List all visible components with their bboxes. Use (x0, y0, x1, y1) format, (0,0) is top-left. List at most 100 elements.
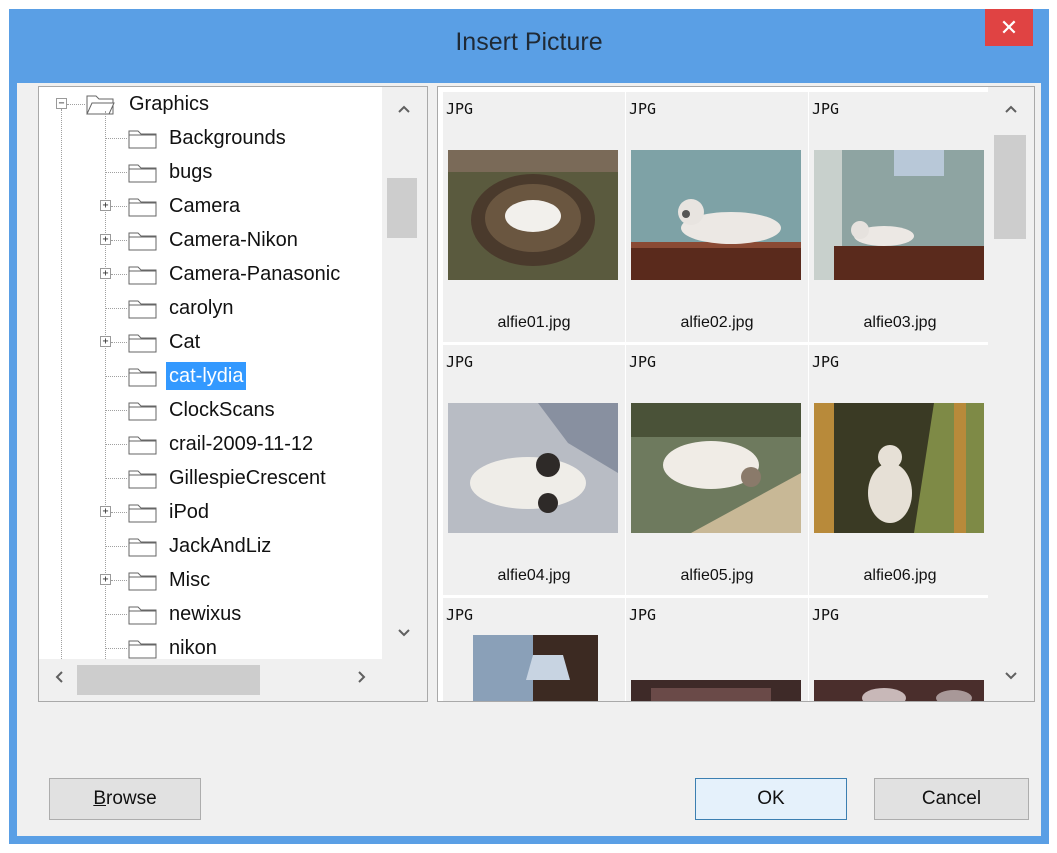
folder-icon (128, 296, 157, 320)
tree-item[interactable]: newixus (39, 597, 382, 631)
chevron-up-icon[interactable] (996, 95, 1026, 125)
cancel-button[interactable]: Cancel (874, 778, 1029, 820)
expand-icon[interactable]: + (100, 506, 111, 517)
folder-tree-viewport: − Graphics Backgrounds bugs + Camera + Camera-N… (39, 87, 382, 659)
file-name-label: alfie05.jpg (680, 567, 754, 584)
tree-item-label: iPod (169, 501, 210, 523)
thumbnail-image (631, 403, 801, 533)
folder-icon (128, 228, 157, 252)
file-type-label: JPG (446, 353, 474, 371)
title-bar[interactable]: Insert Picture ✕ (9, 9, 1049, 75)
thumbnail-item[interactable]: JPG alfie06.jpg (809, 345, 988, 595)
tree-item[interactable]: + Misc (39, 563, 382, 597)
tree-item[interactable]: Backgrounds (39, 121, 382, 155)
thumbnail-item[interactable]: JPG alfie05.jpg (626, 345, 808, 595)
thumbnail-view[interactable]: JPG alfie01.jpg JPG alfie02.jpg JPG alfie03.j… (437, 86, 1035, 702)
tree-connector (106, 546, 127, 547)
folder-icon (128, 636, 157, 659)
tree-connector (106, 308, 127, 309)
tree-connector (67, 104, 85, 105)
expand-icon[interactable]: + (100, 234, 111, 245)
chevron-up-icon[interactable] (389, 95, 419, 125)
ok-button[interactable]: OK (695, 778, 847, 820)
thumbnail-scroll-thumb[interactable] (994, 135, 1026, 239)
thumbnail-item[interactable]: JPG alfie04.jpg (443, 345, 625, 595)
file-type-label: JPG (446, 100, 474, 118)
file-type-label: JPG (629, 353, 657, 371)
thumbnail-image (631, 658, 801, 701)
tree-item-label: Camera-Nikon (169, 229, 298, 251)
tree-item[interactable]: + Camera (39, 189, 382, 223)
thumbnail-item[interactable]: JPG (809, 598, 988, 701)
tree-horizontal-scroll-thumb[interactable] (77, 665, 260, 695)
tree-horizontal-scrollbar[interactable] (39, 659, 382, 701)
tree-root-graphics[interactable]: − Graphics (39, 87, 382, 121)
folder-icon (128, 194, 157, 218)
tree-item[interactable]: + iPod (39, 495, 382, 529)
folder-tree[interactable]: − Graphics Backgrounds bugs + Camera + Camera-N… (38, 86, 428, 702)
tree-item-label: Misc (169, 569, 211, 591)
tree-item-label: Graphics (129, 93, 210, 115)
folder-icon (128, 262, 157, 286)
tree-item[interactable]: + Cat (39, 325, 382, 359)
tree-item[interactable]: + Camera-Panasonic (39, 257, 382, 291)
collapse-icon[interactable]: − (56, 98, 67, 109)
thumbnail-image (448, 635, 618, 701)
expand-icon[interactable]: + (100, 574, 111, 585)
tree-connector (111, 240, 127, 241)
thumbnail-item[interactable]: JPG alfie03.jpg (809, 92, 988, 342)
tree-item-label: carolyn (169, 297, 234, 319)
tree-item[interactable]: nikon (39, 631, 382, 659)
folder-icon (128, 466, 157, 490)
thumbnail-item[interactable]: JPG alfie02.jpg (626, 92, 808, 342)
expand-icon[interactable]: + (100, 200, 111, 211)
chevron-right-icon[interactable] (347, 665, 377, 695)
expand-icon[interactable]: + (100, 336, 111, 347)
tree-item[interactable]: JackAndLiz (39, 529, 382, 563)
file-type-label: JPG (812, 606, 840, 624)
folder-icon (128, 602, 157, 626)
tree-item-label: nikon (169, 637, 217, 659)
folder-icon (128, 330, 157, 354)
file-type-label: JPG (812, 353, 840, 371)
tree-item[interactable]: bugs (39, 155, 382, 189)
thumbnail-item[interactable]: JPG (443, 598, 625, 701)
expand-icon[interactable]: + (100, 268, 111, 279)
file-type-label: JPG (629, 606, 657, 624)
tree-vertical-scrollbar[interactable] (382, 87, 427, 659)
chevron-down-icon[interactable] (389, 619, 419, 649)
thumbnail-vertical-scrollbar[interactable] (988, 87, 1034, 701)
thumbnail-item[interactable]: JPG (626, 598, 808, 701)
file-type-label: JPG (629, 100, 657, 118)
tree-item[interactable]: cat-lydia (39, 359, 382, 393)
tree-connector (111, 342, 127, 343)
tree-connector (106, 478, 127, 479)
thumbnail-image (448, 403, 618, 533)
folder-icon (128, 432, 157, 456)
tree-item[interactable]: GillespieCrescent (39, 461, 382, 495)
tree-connector (106, 444, 127, 445)
folder-icon (128, 364, 157, 388)
browse-label: rowse (106, 788, 157, 809)
folder-icon (128, 534, 157, 558)
tree-item[interactable]: + Camera-Nikon (39, 223, 382, 257)
folder-icon (128, 568, 157, 592)
scroll-corner (382, 659, 427, 701)
close-button[interactable]: ✕ (985, 9, 1033, 46)
chevron-left-icon[interactable] (44, 665, 74, 695)
tree-item[interactable]: crail-2009-11-12 (39, 427, 382, 461)
browse-button[interactable]: Browse (49, 778, 201, 820)
thumbnail-image (814, 403, 984, 533)
tree-item[interactable]: ClockScans (39, 393, 382, 427)
tree-connector (106, 648, 127, 649)
tree-item-label: GillespieCrescent (169, 467, 326, 489)
chevron-down-icon[interactable] (996, 662, 1026, 692)
tree-item[interactable]: carolyn (39, 291, 382, 325)
file-name-label: alfie03.jpg (863, 314, 937, 331)
browse-accelerator: B (93, 788, 106, 809)
thumbnail-item[interactable]: JPG alfie01.jpg (443, 92, 625, 342)
file-name-label: alfie01.jpg (497, 314, 571, 331)
tree-vertical-scroll-thumb[interactable] (387, 178, 417, 238)
tree-item-label: bugs (169, 161, 213, 183)
tree-connector (111, 274, 127, 275)
